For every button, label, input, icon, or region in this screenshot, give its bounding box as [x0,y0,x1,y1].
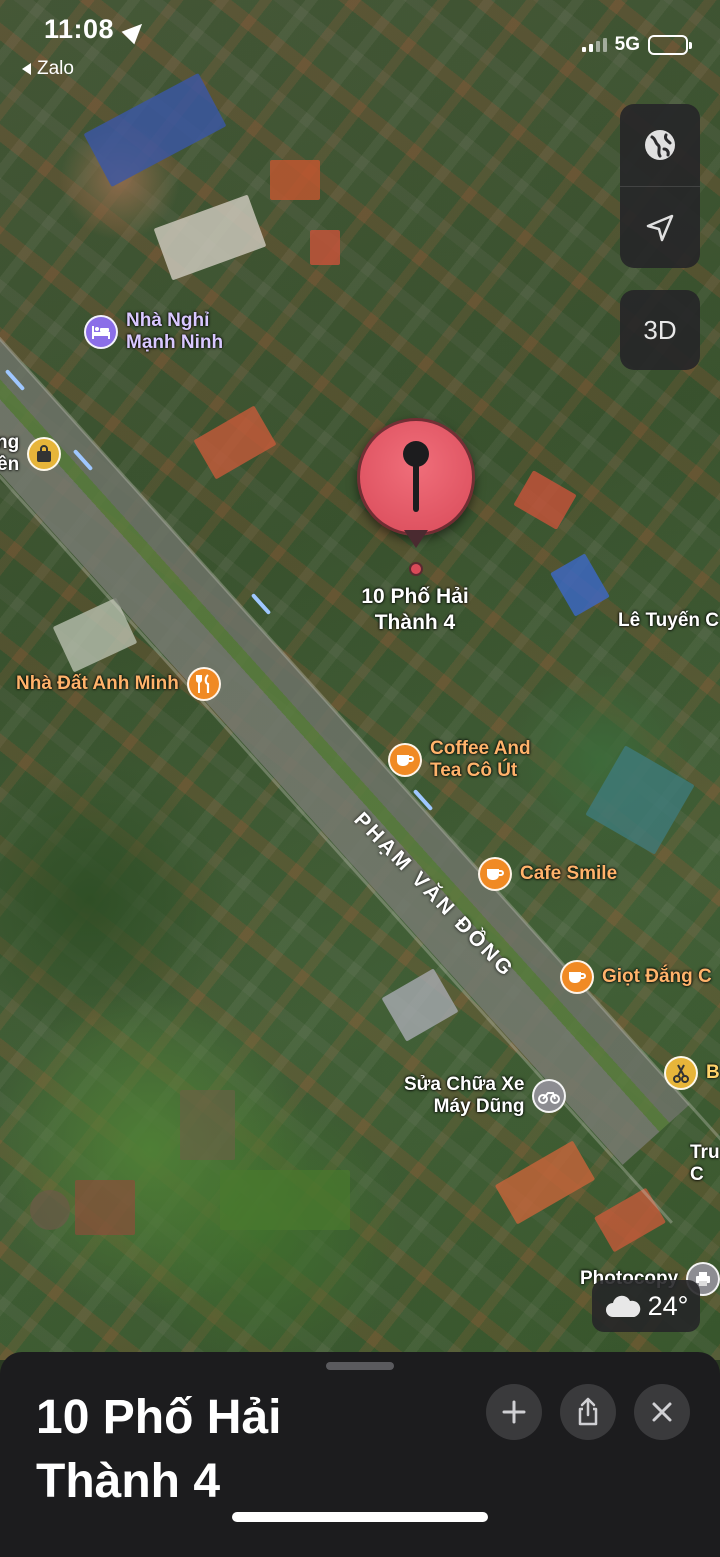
status-time: 11:08 [44,14,149,45]
coffee-cup-icon [388,743,422,777]
fork-knife-icon [186,667,221,701]
poi-name-line1: Sửa Chữa Xe [404,1074,525,1095]
pushpin-icon [403,441,429,512]
globe-icon [645,130,675,160]
pin-tail [404,530,428,548]
network-type: 5G [614,34,640,55]
weather-badge[interactable]: 24° [592,1280,700,1332]
shopping-bag-icon [27,437,62,471]
poi-name-line1: Tru [690,1142,720,1163]
poi-cafe-smile[interactable]: Cafe Smile [478,857,617,891]
poi-shop[interactable]: ng ền [0,432,62,476]
location-pin[interactable] [357,418,475,536]
pin-label[interactable]: 10 Phố Hải Thành 4 [330,584,500,636]
poi-edge-tru[interactable]: Tru C [690,1142,720,1186]
poi-name-line2: Tea Cô Út [430,760,518,781]
close-button[interactable] [634,1384,690,1440]
poi-name: Giọt Đắng C [602,966,712,987]
pin-label-line2: Thành 4 [374,611,456,634]
coffee-cup-icon [478,857,512,891]
back-app-label: Zalo [37,58,74,79]
poi-motorbike-repair[interactable]: Sửa Chữa Xe Máy Dũng [404,1074,567,1118]
3d-label: 3D [643,314,677,345]
bed-icon [84,315,118,349]
poi-name: Lê Tuyến C [618,610,719,631]
clock: 11:08 [44,14,115,44]
current-location-button[interactable] [620,186,700,268]
pin-anchor-dot [409,562,423,576]
close-icon [652,1402,672,1422]
coffee-cup-icon [560,960,594,994]
place-title-line2: Thành 4 [36,1455,221,1508]
poi-name: B [706,1062,720,1083]
poi-lodging[interactable]: Nhà Nghỉ Mạnh Ninh [84,310,223,354]
satellite-map[interactable]: PHẠM VĂN ĐỒNG Nhà Nghỉ Mạnh Ninh ng ền Nhà… [0,0,720,1360]
poi-name-line1: Nhà Nghỉ [126,310,210,331]
plus-icon [502,1400,526,1424]
poi-cafe-giot-dang[interactable]: Giọt Đắng C [560,960,712,994]
pin-label-line1: 10 Phố Hải [361,585,469,608]
cellular-signal-icon [581,38,607,52]
place-sheet[interactable]: 10 Phố Hải Thành 4 [0,1352,720,1557]
share-button[interactable] [560,1384,616,1440]
cloud-icon [605,1295,640,1317]
poi-name-line2: Máy Dũng [433,1096,525,1117]
location-arrow-icon [646,214,674,241]
share-icon [578,1397,598,1426]
scissors-icon [664,1056,698,1090]
back-to-app-button[interactable]: Zalo [22,58,74,80]
map-mode-button[interactable] [620,104,700,186]
add-button[interactable] [486,1384,542,1440]
temperature: 24° [647,1290,689,1321]
poi-name: Nhà Đất Anh Minh [16,673,179,694]
poi-name: Cafe Smile [520,863,618,884]
poi-cafe-co-ut[interactable]: Coffee And Tea Cô Út [388,738,531,782]
place-title-line1: 10 Phố Hải [36,1391,282,1444]
poi-name-line2: Mạnh Ninh [126,332,224,353]
status-indicators: 5G [581,34,692,56]
poi-name-line2: C [690,1164,704,1185]
poi-le-tuyen[interactable]: Lê Tuyến C [618,610,719,632]
sheet-grabber[interactable] [326,1362,394,1370]
main-road [0,250,690,1165]
poi-restaurant[interactable]: Nhà Đất Anh Minh [16,667,221,701]
poi-salon[interactable]: B [664,1056,720,1090]
place-title: 10 Phố Hải Thành 4 [36,1386,336,1514]
back-triangle-icon [22,63,31,75]
3d-view-button[interactable]: 3D [620,290,700,370]
home-indicator[interactable] [232,1512,488,1522]
motorbike-icon [532,1079,567,1113]
poi-name-line2: ền [0,454,20,475]
poi-name-line1: ng [0,432,20,453]
map-control-group [620,104,700,268]
battery-icon [648,35,692,55]
poi-name-line1: Coffee And [430,738,531,759]
